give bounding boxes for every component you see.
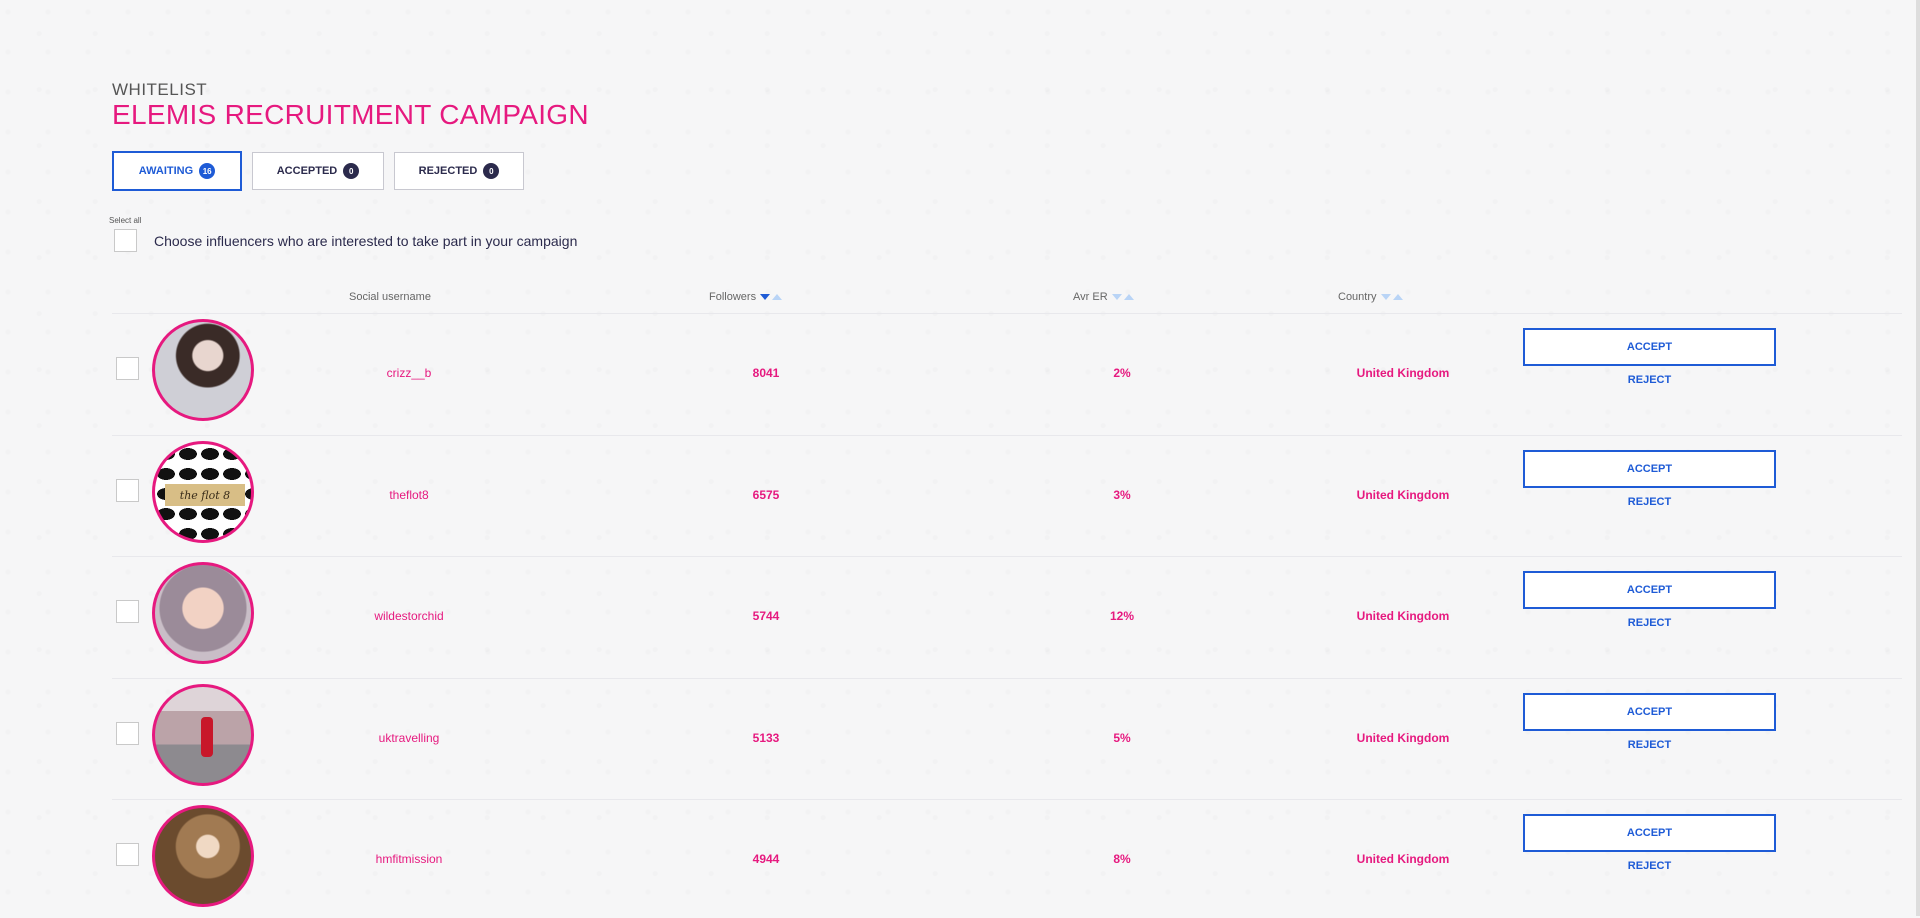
sort-desc-icon[interactable] [1380, 294, 1391, 300]
select-all-description: Choose influencers who are interested to… [154, 233, 578, 249]
tab-accepted[interactable]: ACCEPTED 0 [252, 152, 384, 190]
reject-button[interactable]: REJECT [1523, 856, 1776, 876]
column-header-followers: Followers [709, 291, 783, 303]
username[interactable]: theflot8 [334, 488, 484, 502]
sort-desc-icon[interactable] [760, 294, 771, 300]
username[interactable]: crizz__b [334, 366, 484, 380]
select-all-checkbox[interactable] [114, 229, 137, 252]
tab-awaiting-label: AWAITING [138, 165, 194, 177]
column-header-er: Avr ER [1073, 291, 1134, 303]
table-row: hmfitmission 4944 8% United Kingdom ACCE… [112, 799, 1902, 918]
row-checkbox[interactable] [116, 357, 139, 380]
engagement-rate: 2% [1113, 366, 1131, 380]
username[interactable]: hmfitmission [334, 852, 484, 866]
country: United Kingdom [1356, 366, 1450, 380]
reject-button[interactable]: REJECT [1523, 370, 1776, 390]
table-row: the flot 8 theflot8 6575 3% United Kingd… [112, 435, 1902, 554]
followers-count: 5744 [752, 609, 780, 623]
page-overline: WHITELIST [112, 80, 208, 99]
sort-asc-icon[interactable] [772, 294, 783, 300]
column-header-username: Social username [349, 291, 431, 303]
tab-rejected-count: 0 [483, 163, 500, 179]
tab-awaiting-count: 16 [199, 163, 216, 179]
reject-button[interactable]: REJECT [1523, 492, 1776, 512]
row-checkbox[interactable] [116, 722, 139, 745]
followers-count: 6575 [752, 488, 780, 502]
engagement-rate: 8% [1113, 852, 1131, 866]
sort-asc-icon[interactable] [1392, 294, 1403, 300]
tab-awaiting[interactable]: AWAITING 16 [112, 151, 242, 191]
accept-button[interactable]: ACCEPT [1523, 328, 1776, 366]
sort-asc-icon[interactable] [1123, 294, 1134, 300]
sort-desc-icon[interactable] [1111, 294, 1122, 300]
reject-button[interactable]: REJECT [1523, 613, 1776, 633]
accept-button[interactable]: ACCEPT [1523, 693, 1776, 731]
tab-rejected[interactable]: REJECTED 0 [394, 152, 524, 190]
tab-accepted-label: ACCEPTED [276, 165, 338, 177]
column-header-er-label: Avr ER [1073, 291, 1108, 303]
page-title: ELEMIS RECRUITMENT CAMPAIGN [112, 99, 589, 130]
status-tabs: AWAITING 16 ACCEPTED 0 REJECTED 0 [112, 151, 534, 191]
followers-count: 5133 [752, 731, 780, 745]
row-checkbox[interactable] [116, 843, 139, 866]
followers-count: 4944 [752, 852, 780, 866]
reject-button[interactable]: REJECT [1523, 735, 1776, 755]
accept-button[interactable]: ACCEPT [1523, 450, 1776, 488]
select-all-label: Select all [109, 216, 142, 225]
avatar[interactable] [152, 805, 254, 907]
row-checkbox[interactable] [116, 600, 139, 623]
avatar[interactable] [152, 562, 254, 664]
username[interactable]: uktravelling [334, 731, 484, 745]
column-header-followers-label: Followers [709, 291, 757, 303]
page-scrollbar[interactable] [1916, 0, 1920, 916]
column-header-username-label: Social username [349, 291, 431, 303]
column-header-country: Country [1338, 291, 1403, 303]
table-row: crizz__b 8041 2% United Kingdom ACCEPT R… [112, 313, 1902, 432]
engagement-rate: 3% [1113, 488, 1131, 502]
accept-button[interactable]: ACCEPT [1523, 571, 1776, 609]
row-checkbox[interactable] [116, 479, 139, 502]
country: United Kingdom [1356, 609, 1450, 623]
country: United Kingdom [1356, 852, 1450, 866]
column-header-country-label: Country [1338, 291, 1377, 303]
engagement-rate: 12% [1109, 609, 1135, 623]
avatar[interactable] [152, 684, 254, 786]
tab-rejected-label: REJECTED [418, 165, 478, 177]
country: United Kingdom [1356, 488, 1450, 502]
engagement-rate: 5% [1113, 731, 1131, 745]
username[interactable]: wildestorchid [334, 609, 484, 623]
tab-accepted-count: 0 [343, 163, 360, 179]
avatar[interactable]: the flot 8 [152, 441, 254, 543]
table-row: wildestorchid 5744 12% United Kingdom AC… [112, 556, 1902, 675]
accept-button[interactable]: ACCEPT [1523, 814, 1776, 852]
avatar[interactable] [152, 319, 254, 421]
avatar-logo: the flot 8 [165, 484, 245, 506]
followers-count: 8041 [752, 366, 780, 380]
table-row: uktravelling 5133 5% United Kingdom ACCE… [112, 678, 1902, 797]
country: United Kingdom [1356, 731, 1450, 745]
